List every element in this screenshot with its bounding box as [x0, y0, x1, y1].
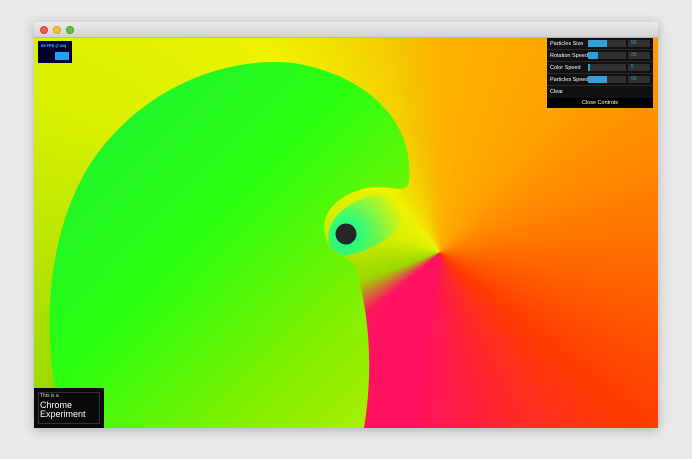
- rotation-speed-value[interactable]: 25: [628, 52, 650, 59]
- close-window-button[interactable]: [40, 26, 48, 34]
- control-label: Particles Speed: [550, 77, 589, 83]
- badge-title-line2: Experiment: [40, 409, 86, 419]
- browser-window: 65 FPS (7-60) Particles Size 50 Rotation…: [34, 22, 658, 428]
- particles-speed-slider[interactable]: [588, 76, 626, 83]
- clear-button[interactable]: Clear: [550, 89, 563, 95]
- slider-fill: [588, 52, 598, 59]
- fps-graph: [55, 52, 69, 60]
- particles-speed-value[interactable]: 50: [628, 76, 650, 83]
- experiment-canvas[interactable]: 65 FPS (7-60) Particles Size 50 Rotation…: [34, 38, 658, 428]
- color-speed-value[interactable]: 5: [628, 64, 650, 71]
- badge-intro-text: This is a: [40, 393, 59, 399]
- control-label: Color Speed: [550, 65, 581, 71]
- slider-fill: [588, 64, 590, 71]
- control-row-particles-speed: Particles Speed 50: [547, 74, 653, 86]
- fps-label: 65 FPS (7-60): [41, 43, 67, 48]
- controls-panel: Particles Size 50 Rotation Speed 25 Colo…: [547, 38, 653, 108]
- particles-size-slider[interactable]: [588, 40, 626, 47]
- control-row-rotation-speed: Rotation Speed 25: [547, 50, 653, 62]
- center-dot: [335, 223, 357, 245]
- color-speed-slider[interactable]: [588, 64, 626, 71]
- control-row-particles-size: Particles Size 50: [547, 38, 653, 50]
- control-label: Rotation Speed: [550, 53, 588, 59]
- particles-size-value[interactable]: 50: [628, 40, 650, 47]
- fps-monitor[interactable]: 65 FPS (7-60): [38, 41, 72, 63]
- control-row-color-speed: Color Speed 5: [547, 62, 653, 74]
- minimize-window-button[interactable]: [53, 26, 61, 34]
- control-label: Particles Size: [550, 41, 584, 47]
- zoom-window-button[interactable]: [66, 26, 74, 34]
- chrome-experiment-badge[interactable]: This is a Chrome Experiment: [34, 388, 104, 428]
- slider-fill: [588, 76, 607, 83]
- slider-fill: [588, 40, 607, 47]
- close-controls-button[interactable]: Close Controls: [547, 98, 653, 108]
- title-bar: [34, 22, 658, 38]
- rotation-speed-slider[interactable]: [588, 52, 626, 59]
